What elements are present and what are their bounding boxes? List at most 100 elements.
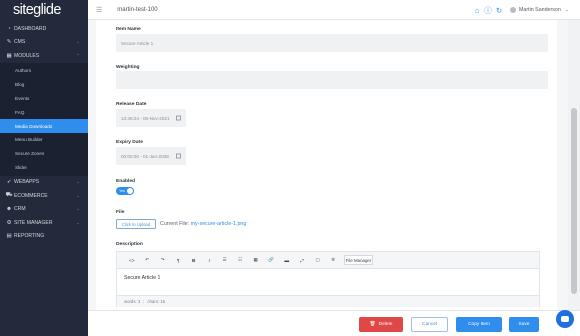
sidebar-item-cms[interactable]: ✎ CMS ⌄	[0, 36, 88, 50]
expiry-date-label: Expiry Date	[116, 140, 143, 145]
italic-icon[interactable]: I	[202, 255, 218, 265]
weighting-label: Weighting	[116, 65, 140, 70]
submenu-item-events[interactable]: Events	[0, 91, 88, 105]
copy-item-button[interactable]: Copy Item	[456, 317, 502, 332]
file-label: File	[116, 210, 125, 215]
status-separator: |	[143, 299, 145, 304]
upload-button[interactable]: Click to Upload	[116, 219, 156, 229]
chat-widget-button[interactable]	[556, 310, 574, 328]
delete-label: Delete	[378, 322, 393, 327]
dashboard-icon: ◔	[7, 25, 11, 32]
special-chars-icon[interactable]: ✲	[326, 255, 342, 265]
redo-icon[interactable]: ↷	[155, 255, 171, 265]
site-name: martin-test-100	[117, 6, 158, 13]
ordered-list-icon[interactable]: ☷	[233, 255, 249, 265]
sidebar-item-reporting[interactable]: ▤ REPORTING	[0, 230, 88, 244]
table-icon[interactable]: ▦	[248, 255, 264, 265]
sidebar-item-label: ECOMMERCE	[14, 192, 48, 199]
fullscreen-icon[interactable]: ⤢	[295, 255, 311, 265]
link-icon[interactable]: 🔗	[264, 255, 280, 265]
trash-icon: 🗑	[369, 322, 376, 327]
item-name-label: Item Name	[116, 27, 141, 32]
scrollbar-thumb[interactable]	[571, 108, 577, 294]
chevron-down-icon: ⌄	[76, 219, 80, 225]
toggle-label: Yes	[119, 189, 125, 193]
code-view-icon[interactable]: <>	[124, 255, 140, 265]
home-icon[interactable]: ⌂	[473, 6, 481, 15]
submenu-item-menu-builder[interactable]: Menu Builder	[0, 133, 88, 147]
undo-icon[interactable]: ↶	[140, 255, 156, 265]
sidebar-item-label: SITE MANAGER	[14, 219, 53, 226]
sidebar: siteglide ◔ DASHBOARD ✎ CMS ⌄ ▦ MODULES …	[0, 0, 88, 336]
word-count: words: 3	[124, 299, 141, 304]
cart-icon: ⛟	[5, 192, 13, 199]
sidebar-item-dashboard[interactable]: ◔ DASHBOARD	[0, 22, 88, 36]
main-content: Item Name Secure Article 1 Weighting Rel…	[88, 20, 568, 336]
sidebar-item-site-manager[interactable]: ⚙ SITE MANAGER ⌄	[0, 216, 88, 230]
rocket-icon: ➶	[6, 179, 12, 186]
refresh-icon[interactable]: ↻	[495, 6, 503, 15]
chevron-down-icon: ⌄	[76, 39, 80, 45]
help-icon[interactable]: ⓘ	[484, 5, 492, 16]
current-file: Current File: my-secure-article-1.png	[160, 221, 246, 227]
page-scrollbar[interactable]	[568, 20, 580, 336]
item-name-input[interactable]: Secure Article 1	[116, 34, 548, 52]
user-name[interactable]: Martin Sanderson	[519, 7, 561, 13]
paragraph-icon[interactable]: ¶	[171, 255, 187, 265]
top-bar: ☰ martin-test-100 ⌂ ⓘ ↻ Martin Sanderson…	[88, 0, 580, 20]
sidebar-item-label: WEBAPPS	[14, 179, 40, 186]
edit-icon: ✎	[6, 39, 12, 46]
report-icon: ▤	[6, 233, 12, 240]
submenu-item-secure-zones[interactable]: Secure Zones	[0, 147, 88, 161]
current-file-label: Current File:	[160, 221, 190, 227]
chevron-up-icon: ⌃	[76, 52, 80, 58]
release-date-input[interactable]: 13:46:24 - 05-Nov-2021	[116, 109, 186, 127]
release-date-label: Release Date	[116, 102, 147, 107]
cancel-button[interactable]: Cancel	[411, 317, 448, 332]
submenu-item-media-downloads[interactable]: Media Downloads	[0, 119, 88, 133]
rich-text-editor: <> ↶ ↷ ¶ B I ☰ ☷ ▦ 🔗 ▬ ⤢ ▢ ✲ File Manage…	[116, 251, 540, 307]
submenu-item-faq[interactable]: FAQ	[0, 105, 88, 119]
current-file-link[interactable]: my-secure-article-1.png	[191, 221, 247, 227]
file-manager-button[interactable]: File Manager	[344, 255, 373, 265]
expiry-date-input[interactable]: 00:00:00 - 01-Jan-2038	[116, 147, 186, 165]
submenu-item-authors[interactable]: Authors	[0, 64, 88, 78]
chat-icon	[561, 316, 569, 322]
sidebar-item-modules[interactable]: ▦ MODULES ⌃	[0, 49, 88, 63]
sidebar-item-label: CRM	[14, 206, 26, 213]
chevron-down-icon[interactable]: ⌄	[565, 7, 569, 13]
image-icon[interactable]: ▢	[310, 255, 326, 265]
gear-icon: ⚙	[6, 219, 12, 226]
modules-submenu: Authors Blog Events FAQ Media Downloads …	[0, 62, 88, 176]
submenu-item-blog[interactable]: Blog	[0, 77, 88, 91]
sidebar-item-label: MODULES	[14, 52, 40, 59]
release-date-value: 13:46:24 - 05-Nov-2021	[121, 115, 170, 121]
chevron-down-icon: ⌄	[76, 179, 80, 185]
sidebar-item-crm[interactable]: ☻ CRM ⌄	[0, 203, 88, 217]
chevron-down-icon: ⌄	[76, 192, 80, 198]
weighting-input[interactable]	[116, 71, 548, 89]
bold-icon[interactable]: B	[186, 255, 202, 265]
horizontal-rule-icon[interactable]: ▬	[279, 255, 295, 265]
brand-logo[interactable]: siteglide	[0, 0, 88, 20]
calendar-icon[interactable]	[176, 153, 181, 159]
enabled-toggle[interactable]: Yes	[116, 187, 134, 195]
save-button[interactable]: Save	[509, 317, 539, 332]
sidebar-item-ecommerce[interactable]: ⛟ ECOMMERCE ⌄	[0, 189, 88, 203]
submenu-item-slider[interactable]: Slider	[0, 161, 88, 175]
action-footer: 🗑 Delete Cancel Copy Item Save	[88, 310, 580, 336]
sidebar-item-label: REPORTING	[14, 233, 45, 240]
editor-toolbar: <> ↶ ↷ ¶ B I ☰ ☷ ▦ 🔗 ▬ ⤢ ▢ ✲ File Manage…	[117, 252, 539, 269]
avatar[interactable]	[509, 7, 516, 13]
sidebar-item-label: CMS	[14, 39, 26, 46]
modules-icon: ▦	[6, 52, 12, 59]
editor-statusbar: words: 3 | chars: 16	[117, 295, 539, 307]
sidebar-item-webapps[interactable]: ➶ WEBAPPS ⌄	[0, 176, 88, 190]
calendar-icon[interactable]	[176, 115, 181, 121]
unordered-list-icon[interactable]: ☰	[217, 255, 233, 265]
sidebar-item-label: DASHBOARD	[14, 25, 47, 32]
delete-button[interactable]: 🗑 Delete	[359, 317, 403, 332]
char-count: chars: 16	[147, 299, 166, 304]
editor-content[interactable]: Secure Article 1	[117, 269, 539, 295]
hamburger-menu-icon[interactable]: ☰	[96, 6, 102, 14]
